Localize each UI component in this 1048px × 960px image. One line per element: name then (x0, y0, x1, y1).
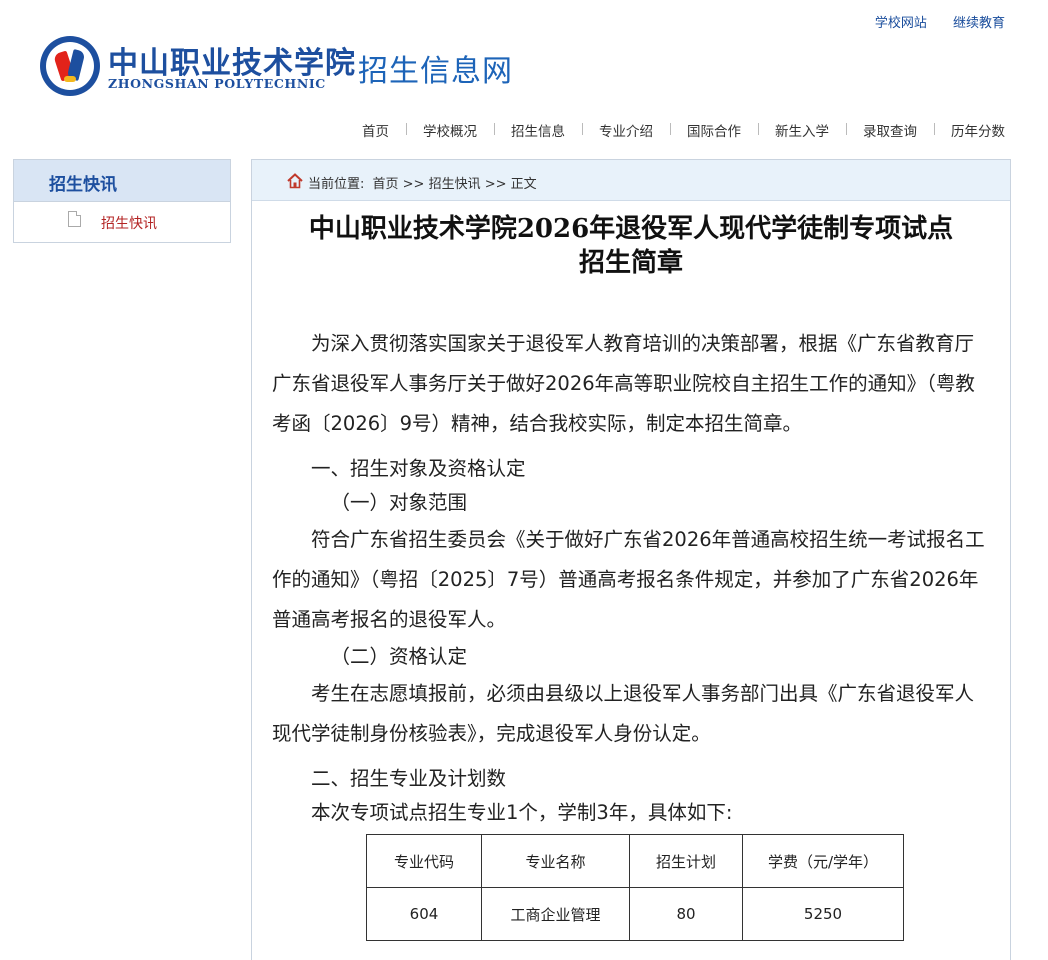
continuing-education-link[interactable]: 继续教育 (953, 16, 1005, 31)
nav-item-home[interactable]: 首页 (345, 120, 406, 140)
table-header-row: 专业代码 专业名称 招生计划 学费（元/学年） (366, 834, 904, 888)
document-icon (68, 211, 81, 227)
nav-item-admission-info[interactable]: 招生信息 (494, 120, 582, 140)
section-1-sub-2-text: 考生在志愿填报前，必须由县级以上退役军人事务部门出具《广东省退役军人现代学徒制身… (272, 682, 975, 745)
intro-paragraph: 为深入贯彻落实国家关于退役军人教育培训的决策部署，根据《广东省教育厅 广东省退役… (272, 332, 975, 435)
school-name-en: ZHONGSHAN POLYTECHNIC (108, 76, 326, 91)
top-links: 学校网站 继续教育 (853, 12, 1005, 31)
section-1-sub-1-text: 符合广东省招生委员会《关于做好广东省2026年普通高校招生统一考试报名工作的通知… (272, 528, 985, 631)
nav-item-majors[interactable]: 专业介绍 (582, 120, 670, 140)
table-cell: 工商企业管理 (481, 887, 630, 941)
nav-item-past-scores[interactable]: 历年分数 (934, 120, 1005, 140)
sidebar-item-label[interactable]: 招生快讯 (101, 213, 157, 233)
section-1-heading: 一、招生对象及资格认定 (311, 457, 526, 480)
section-2-text: 本次专项试点招生专业1个，学制3年，具体如下: (311, 801, 733, 824)
table-row: 604 工商企业管理 80 5250 (366, 887, 904, 941)
table-cell: 80 (629, 887, 743, 941)
article-title-line1: 中山职业技术学院2026年退役军人现代学徒制专项试点 (308, 214, 954, 244)
article-body: 为深入贯彻落实国家关于退役军人教育培训的决策部署，根据《广东省教育厅 广东省退役… (272, 324, 990, 830)
enrollment-plan-table: 专业代码 专业名称 招生计划 学费（元/学年） 604 工商企业管理 80 52… (366, 834, 904, 941)
table-header-cell: 招生计划 (629, 834, 743, 888)
sidebar-header: 招生快讯 (14, 160, 230, 202)
nav-item-overview[interactable]: 学校概况 (406, 120, 494, 140)
school-site-link[interactable]: 学校网站 (875, 16, 927, 31)
article-title-line2: 招生简章 (578, 248, 683, 278)
breadcrumb: 当前位置: 首页 >> 招生快讯 >> 正文 (252, 160, 1010, 201)
sidebar-item-news[interactable]: 招生快讯 (14, 202, 230, 242)
article-title: 中山职业技术学院2026年退役军人现代学徒制专项试点 招生简章 (272, 212, 990, 280)
table-cell: 5250 (742, 887, 904, 941)
nav-item-freshmen[interactable]: 新生入学 (758, 120, 846, 140)
section-2-heading: 二、招生专业及计划数 (311, 767, 507, 790)
table-cell: 604 (366, 887, 482, 941)
article-panel: 当前位置: 首页 >> 招生快讯 >> 正文 中山职业技术学院2026年退役军人… (251, 159, 1011, 960)
nav-item-international[interactable]: 国际合作 (670, 120, 758, 140)
main-nav: 首页 学校概况 招生信息 专业介绍 国际合作 新生入学 录取查询 历年分数 (345, 120, 1005, 140)
home-icon (287, 173, 303, 189)
table-header-cell: 学费（元/学年） (742, 834, 904, 888)
sidebar: 招生快讯 招生快讯 (13, 159, 231, 243)
breadcrumb-path[interactable]: 首页 >> 招生快讯 >> 正文 (373, 177, 537, 192)
section-1-sub-1-heading: （一）对象范围 (330, 491, 468, 514)
table-header-cell: 专业名称 (481, 834, 630, 888)
school-logo-icon[interactable] (40, 36, 100, 96)
table-header-cell: 专业代码 (366, 834, 482, 888)
nav-item-result-query[interactable]: 录取查询 (846, 120, 934, 140)
breadcrumb-label: 当前位置: (308, 177, 365, 192)
sidebar-title: 招生快讯 (49, 175, 117, 195)
section-1-sub-2-heading: （二）资格认定 (330, 645, 468, 668)
site-title: 招生信息网 (358, 54, 513, 89)
